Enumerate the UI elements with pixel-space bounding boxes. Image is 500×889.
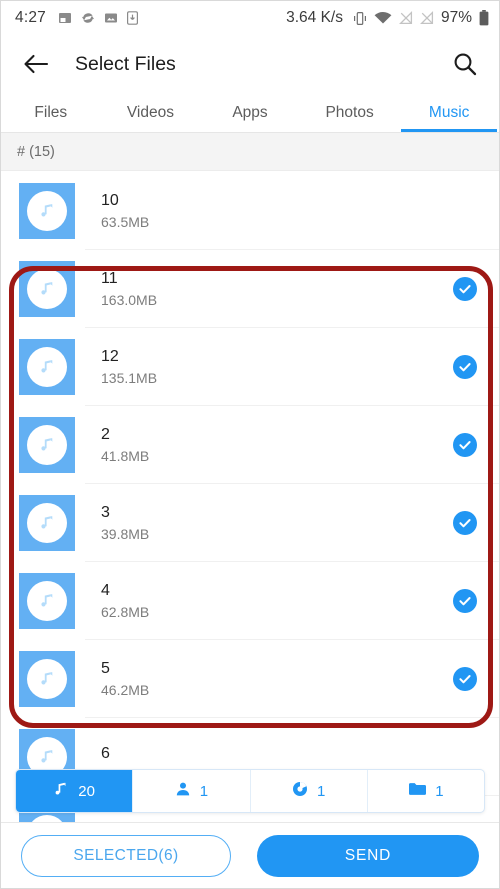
section-header-label: # (15): [17, 143, 55, 160]
category-count: 1: [316, 782, 326, 800]
list-item-meta: 6: [101, 746, 110, 768]
file-size: 63.5MB: [101, 214, 150, 230]
tab-label: Videos: [126, 103, 174, 121]
list-item-meta: 3 39.8MB: [101, 504, 150, 542]
category-count: 20: [78, 782, 95, 800]
music-thumbnail: [19, 495, 75, 551]
list-item[interactable]: 3 39.8MB: [1, 484, 499, 562]
bottom-action-bar: SELECTED(6) SEND: [1, 822, 499, 888]
search-icon[interactable]: [449, 48, 481, 80]
music-note-icon: [27, 347, 67, 387]
music-note-icon: [27, 659, 67, 699]
checkmark-icon[interactable]: [453, 277, 477, 301]
app-screen: 4:27 3.64 K/s 97% Select Files Files Vid…: [0, 0, 500, 889]
music-thumbnail: [19, 651, 75, 707]
folder-icon: [408, 781, 427, 801]
tab-photos[interactable]: Photos: [300, 93, 400, 132]
person-icon: [175, 781, 191, 801]
page-title: Select Files: [75, 52, 176, 75]
status-right-icons: 3.64 K/s 97%: [286, 9, 489, 27]
category-count: 1: [435, 782, 444, 800]
disc-icon: [292, 781, 308, 801]
network-speed: 3.64 K/s: [286, 9, 343, 26]
list-item-meta: 2 41.8MB: [101, 426, 150, 464]
file-name: 5: [101, 660, 110, 677]
signal-off-2-icon: [419, 11, 434, 25]
category-person[interactable]: 1: [133, 770, 251, 812]
status-left-icons: [58, 11, 138, 25]
checkmark-icon[interactable]: [453, 667, 477, 691]
status-bar: 4:27 3.64 K/s 97%: [1, 1, 499, 35]
checkmark-icon[interactable]: [453, 355, 477, 379]
checkmark-icon[interactable]: [453, 589, 477, 613]
music-note-icon: [27, 191, 67, 231]
status-time: 4:27: [15, 9, 46, 26]
music-note-icon: [27, 425, 67, 465]
file-size: 46.2MB: [101, 682, 150, 698]
tab-label: Files: [34, 103, 68, 121]
tab-bar: Files Videos Apps Photos Music: [1, 93, 499, 133]
music-note-icon: [53, 781, 69, 801]
send-button[interactable]: SEND: [257, 834, 479, 877]
sync-icon: [81, 11, 95, 25]
category-filter-bar: 20 1 1 1: [15, 769, 485, 813]
list-item[interactable]: 2 41.8MB: [1, 406, 499, 484]
music-note-icon: [27, 581, 67, 621]
tab-label: Photos: [325, 103, 374, 121]
music-thumbnail: [19, 417, 75, 473]
category-disc[interactable]: 1: [251, 770, 368, 812]
gallery-icon: [104, 11, 118, 25]
back-button[interactable]: [21, 49, 51, 79]
wifi-icon: [374, 11, 392, 25]
section-header: # (15): [1, 133, 499, 171]
tab-music[interactable]: Music: [399, 93, 499, 132]
list-item-meta: 5 46.2MB: [101, 660, 150, 698]
list-item-meta: 10 63.5MB: [101, 192, 150, 230]
file-size: 135.1MB: [101, 370, 158, 386]
list-item-meta: 4 62.8MB: [101, 582, 150, 620]
checkmark-icon[interactable]: [453, 433, 477, 457]
list-item-meta: 11 163.0MB: [101, 270, 158, 308]
screenshot-icon: [58, 11, 72, 25]
download-icon: [126, 11, 138, 25]
file-name: 12: [101, 348, 119, 365]
tab-videos[interactable]: Videos: [101, 93, 201, 132]
file-name: 11: [101, 270, 118, 287]
file-name: 10: [101, 192, 119, 209]
category-music[interactable]: 20: [16, 770, 134, 812]
file-size: 62.8MB: [101, 604, 150, 620]
vibrate-icon: [353, 11, 367, 26]
music-thumbnail: [19, 573, 75, 629]
music-note-icon: [27, 269, 67, 309]
battery-icon: [479, 10, 489, 26]
file-size: 39.8MB: [101, 526, 150, 542]
tab-files[interactable]: Files: [1, 93, 101, 132]
selected-button[interactable]: SELECTED(6): [21, 834, 231, 877]
file-name: 3: [101, 504, 110, 521]
tab-label: Apps: [232, 103, 268, 121]
tab-label: Music: [428, 103, 470, 121]
file-size: 41.8MB: [101, 448, 150, 464]
checkmark-icon[interactable]: [453, 511, 477, 535]
app-bar: Select Files: [1, 35, 499, 93]
list-item[interactable]: 11 163.0MB: [1, 250, 499, 328]
file-size: 163.0MB: [101, 292, 158, 308]
music-thumbnail: [19, 261, 75, 317]
file-name: 4: [101, 582, 110, 599]
list-item-meta: 12 135.1MB: [101, 348, 158, 386]
list-item[interactable]: 12 135.1MB: [1, 328, 499, 406]
file-name: 2: [101, 426, 110, 443]
file-name: 6: [101, 745, 110, 762]
music-note-icon: [27, 503, 67, 543]
list-item[interactable]: 5 46.2MB: [1, 640, 499, 718]
signal-off-icon: [398, 11, 413, 25]
list-item[interactable]: 4 62.8MB: [1, 562, 499, 640]
list-item[interactable]: 10 63.5MB: [1, 172, 499, 250]
battery-percent: 97%: [440, 9, 472, 26]
category-count: 1: [199, 782, 209, 800]
music-thumbnail: [19, 183, 75, 239]
music-thumbnail: [19, 339, 75, 395]
tab-apps[interactable]: Apps: [200, 93, 300, 132]
category-folder[interactable]: 1: [368, 770, 484, 812]
